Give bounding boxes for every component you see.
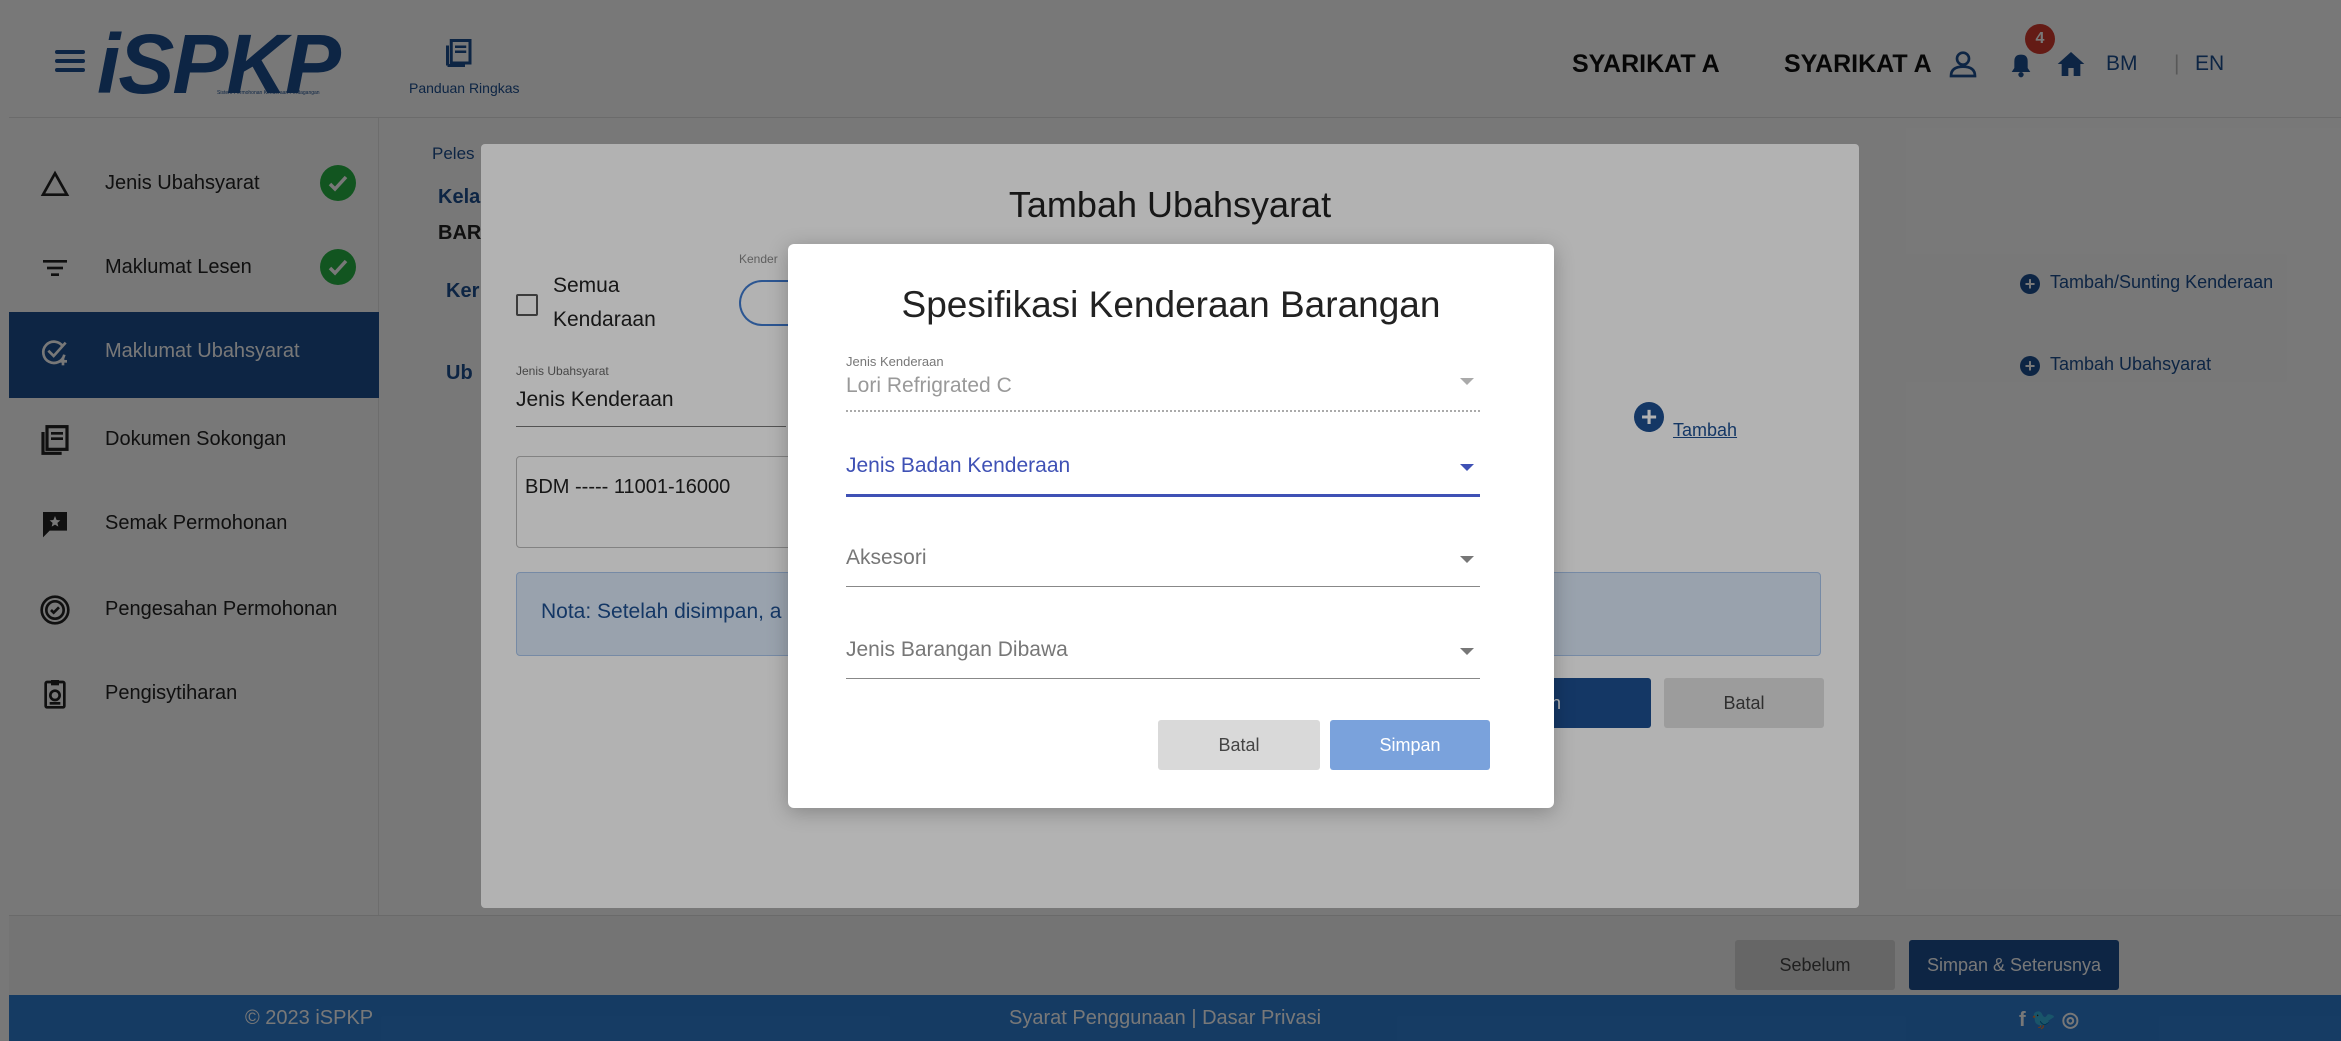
field-value: Lori Refrigrated C bbox=[846, 374, 1012, 397]
jenis-kenderaan-select[interactable]: Jenis Kenderaan Lori Refrigrated C bbox=[846, 354, 1480, 424]
field-underline bbox=[846, 410, 1480, 412]
field-underline bbox=[846, 494, 1480, 497]
chevron-down-icon bbox=[1460, 464, 1474, 471]
chevron-down-icon bbox=[1460, 556, 1474, 563]
jenis-badan-kenderaan-select[interactable]: Jenis Badan Kenderaan bbox=[846, 454, 1480, 514]
jenis-barangan-dibawa-select[interactable]: Jenis Barangan Dibawa bbox=[846, 638, 1480, 698]
field-label: Jenis Kenderaan bbox=[846, 354, 944, 369]
field-value: Jenis Badan Kenderaan bbox=[846, 454, 1071, 477]
chevron-down-icon bbox=[1460, 378, 1474, 385]
field-value: Jenis Barangan Dibawa bbox=[846, 638, 1068, 661]
aksesori-select[interactable]: Aksesori bbox=[846, 546, 1480, 606]
field-underline bbox=[846, 586, 1480, 587]
simpan-button[interactable]: Simpan bbox=[1330, 720, 1490, 770]
page: iSPKP Sistem Permohonan Kenderaan Perdag… bbox=[0, 0, 2341, 1041]
field-value: Aksesori bbox=[846, 546, 927, 569]
chevron-down-icon bbox=[1460, 648, 1474, 655]
spesifikasi-kenderaan-dialog: Spesifikasi Kenderaan Barangan Jenis Ken… bbox=[788, 244, 1554, 808]
field-underline bbox=[846, 678, 1480, 679]
batal-button[interactable]: Batal bbox=[1158, 720, 1320, 770]
dialog-title: Spesifikasi Kenderaan Barangan bbox=[901, 284, 1441, 325]
